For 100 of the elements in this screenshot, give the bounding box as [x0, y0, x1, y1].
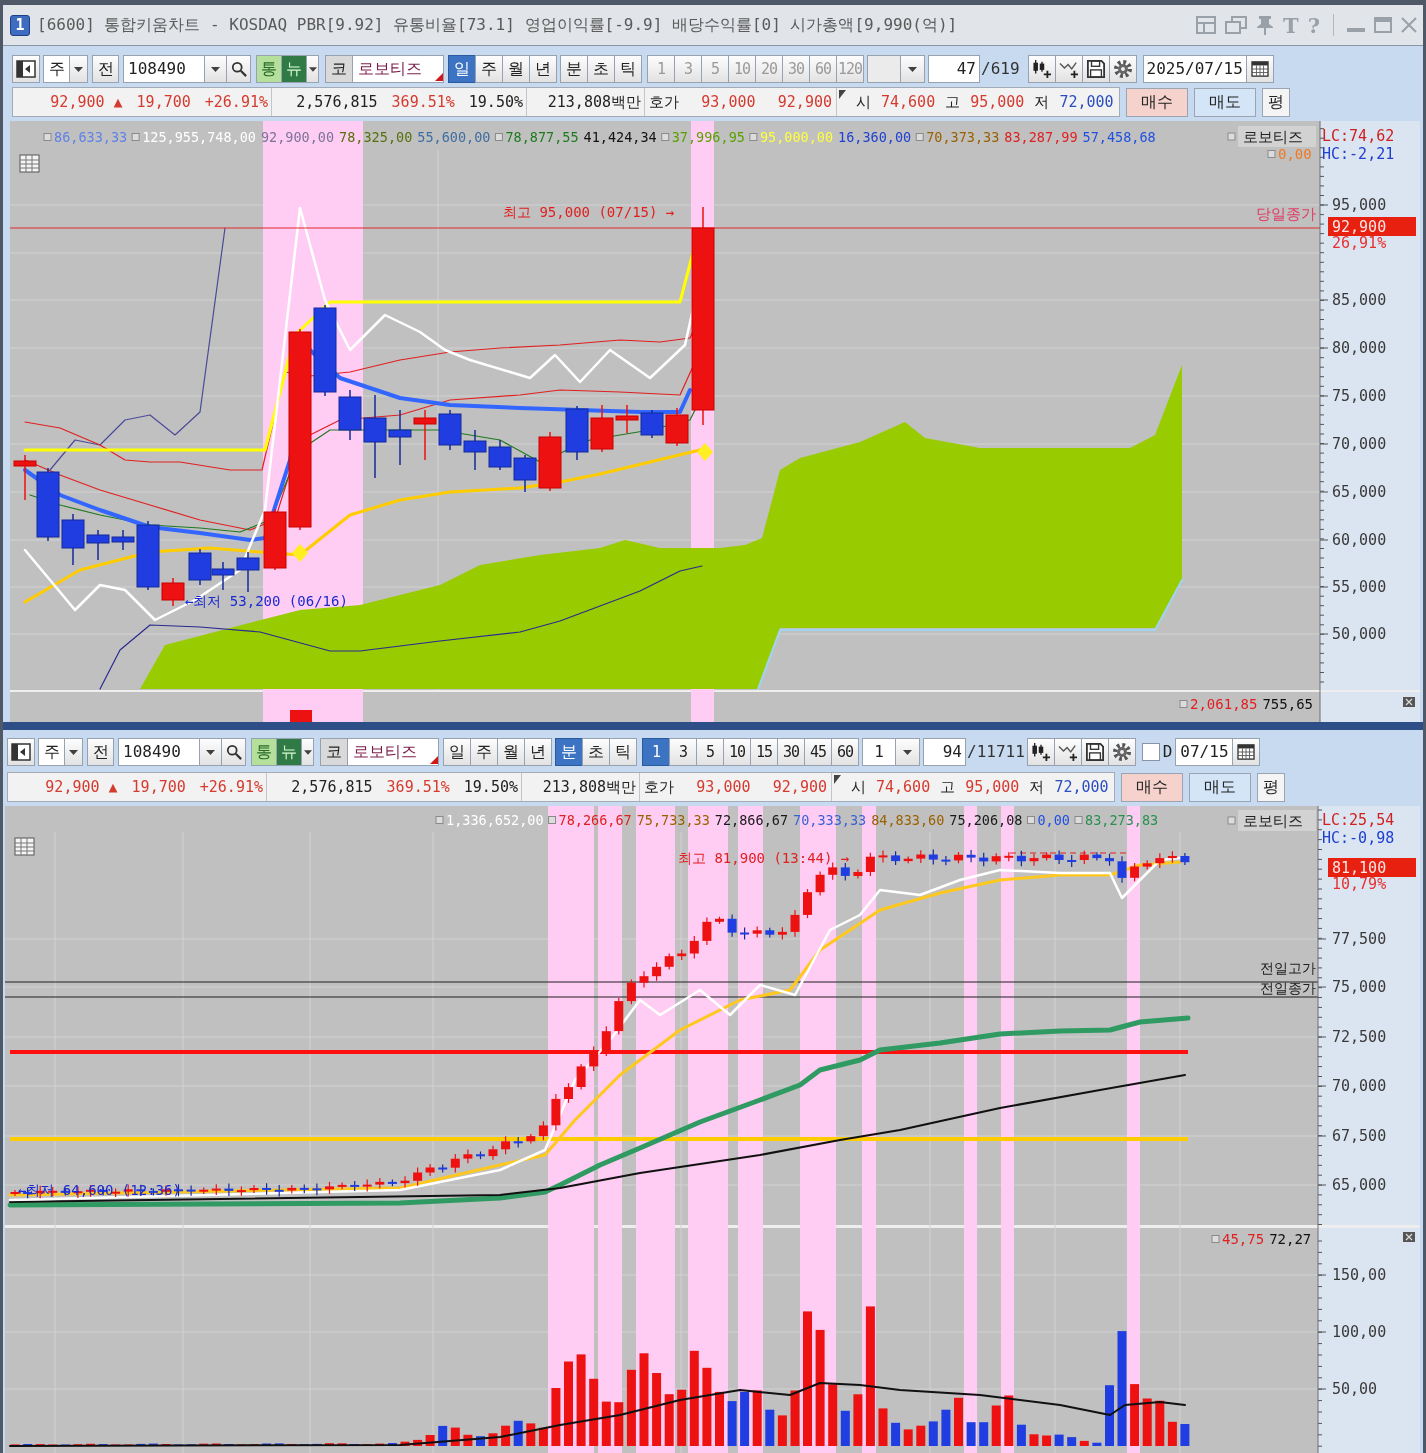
market-badge: 코 [320, 738, 348, 766]
corner-mark-icon [839, 90, 846, 99]
settings-button[interactable] [1107, 738, 1136, 766]
period-tab[interactable]: 틱 [609, 738, 637, 766]
dropdown-button[interactable] [306, 55, 319, 83]
layout-button[interactable] [12, 55, 40, 83]
period-tab[interactable]: 월 [497, 738, 525, 766]
candlestick [438, 409, 462, 451]
calendar-button[interactable] [1232, 738, 1261, 766]
stock-code-field[interactable]: 108490 [118, 738, 222, 766]
quote-text: 저 [1034, 93, 1050, 111]
candlestick [463, 429, 487, 471]
grid-icon[interactable] [19, 154, 40, 173]
chart-type-button[interactable] [1026, 738, 1055, 766]
sell-button[interactable]: 매도 [1189, 772, 1251, 802]
calendar-icon [1250, 61, 1269, 77]
close-icon[interactable] [1403, 697, 1415, 707]
asset-type-dropdown[interactable]: 주 [43, 55, 88, 83]
dropdown-button[interactable] [301, 738, 314, 766]
signal-marker-icon [292, 544, 308, 562]
interval-tab[interactable]: 30 [777, 738, 805, 766]
period-tab[interactable]: 월 [502, 55, 530, 83]
legend-value: 41,424,34 [583, 129, 657, 145]
toggle-button[interactable]: 통 [256, 55, 282, 83]
candlestick-plus-icon [1031, 60, 1052, 78]
save-button[interactable] [1080, 738, 1109, 766]
period-tab[interactable]: 틱 [614, 55, 642, 83]
layout-button[interactable] [7, 738, 35, 766]
period-tab[interactable]: 분 [555, 738, 583, 766]
price-tag: 92,900 [1328, 217, 1416, 236]
period-tab[interactable]: 초 [582, 738, 610, 766]
stock-code-field[interactable]: 108490 [123, 55, 227, 83]
quote-text: 2,576,815 [291, 778, 373, 796]
period-tab[interactable]: 년 [529, 55, 557, 83]
unit-dropdown[interactable]: 1 [862, 738, 920, 766]
sell-button[interactable]: 매도 [1194, 87, 1256, 117]
indicator-button[interactable] [1054, 55, 1083, 83]
period-tab[interactable]: 일 [448, 55, 476, 83]
legend-value: 78,877,55 [505, 129, 579, 145]
stock-name-field[interactable]: 로보티즈 [352, 55, 444, 83]
axis-label: 60,000 [1332, 531, 1387, 549]
period-tab[interactable]: 분 [560, 55, 588, 83]
interval-tab[interactable]: 1 [642, 738, 670, 766]
close-icon[interactable] [1403, 1232, 1415, 1242]
search-button[interactable] [221, 738, 246, 766]
period-tab[interactable]: 일 [443, 738, 471, 766]
total-count: /619 [980, 59, 1020, 79]
panel-layout-icon [11, 743, 31, 761]
axis-label: 65,000 [1332, 483, 1387, 501]
chart-type-button[interactable] [1027, 55, 1056, 83]
period-tab[interactable]: 년 [524, 738, 552, 766]
interval-tab[interactable]: 3 [669, 738, 697, 766]
legend-value: 70,373,33 [926, 129, 1000, 145]
legend-value: 75,206,08 [949, 812, 1023, 828]
date-field[interactable]: 07/15 [1175, 738, 1234, 766]
axis-label: 77,500 [1332, 930, 1387, 948]
previous-button[interactable]: 전 [87, 738, 114, 766]
checkbox[interactable] [1141, 743, 1160, 761]
buy-button[interactable]: 매수 [1121, 772, 1183, 802]
toggle-button[interactable]: 통 [251, 738, 277, 766]
toggle-button[interactable]: 뉴 [276, 738, 302, 766]
interval-tab[interactable]: 60 [831, 738, 859, 766]
grid-icon[interactable] [14, 837, 35, 856]
period-tab[interactable]: 초 [587, 55, 615, 83]
date-field[interactable]: 2025/07/15 [1142, 55, 1247, 83]
toggle-button[interactable]: 뉴 [281, 55, 307, 83]
balance-button[interactable]: 평 [1257, 772, 1285, 802]
quote-text: 호가 [644, 778, 674, 796]
corner-mark-icon [834, 775, 841, 784]
axis-label: 95,000 [1332, 196, 1387, 214]
indicator-button[interactable] [1053, 738, 1082, 766]
previous-button[interactable]: 전 [92, 55, 119, 83]
quote-text: 72,000 [1054, 778, 1109, 796]
axis-label: 70,000 [1332, 1077, 1387, 1095]
calendar-button[interactable] [1245, 55, 1274, 83]
settings-icon [1112, 60, 1133, 78]
price-line-label: 전일종가 [1260, 980, 1316, 996]
balance-button[interactable]: 평 [1262, 87, 1290, 117]
axis-label: 67,500 [1332, 1127, 1387, 1145]
buy-button[interactable]: 매수 [1126, 87, 1188, 117]
stock-name-field[interactable]: 로보티즈 [347, 738, 439, 766]
period-tab[interactable]: 주 [470, 738, 498, 766]
quote-text: 2,576,815 [296, 93, 378, 111]
settings-button[interactable] [1108, 55, 1137, 83]
interval-tab[interactable]: 45 [804, 738, 832, 766]
interval-tab[interactable]: 10 [723, 738, 751, 766]
interval-tab[interactable]: 15 [750, 738, 778, 766]
period-tab[interactable]: 주 [475, 55, 503, 83]
stock-name-tag: 로보티즈 [1238, 126, 1316, 147]
stock-name-tag: 로보티즈 [1238, 810, 1316, 831]
count-field[interactable]: 47 [928, 55, 980, 83]
count-field[interactable]: 94 [923, 738, 966, 766]
quote-text: 92,900 ▲ [50, 93, 123, 111]
interval-tab[interactable]: 5 [696, 738, 724, 766]
search-button[interactable] [226, 55, 251, 83]
save-button[interactable] [1081, 55, 1110, 83]
corner-triangle-icon [430, 756, 438, 764]
asset-type-dropdown[interactable]: 주 [38, 738, 83, 766]
high-price-label: 최고 81,900 (13:44) → [678, 850, 850, 866]
legend-value: 70,333,33 [793, 812, 867, 828]
